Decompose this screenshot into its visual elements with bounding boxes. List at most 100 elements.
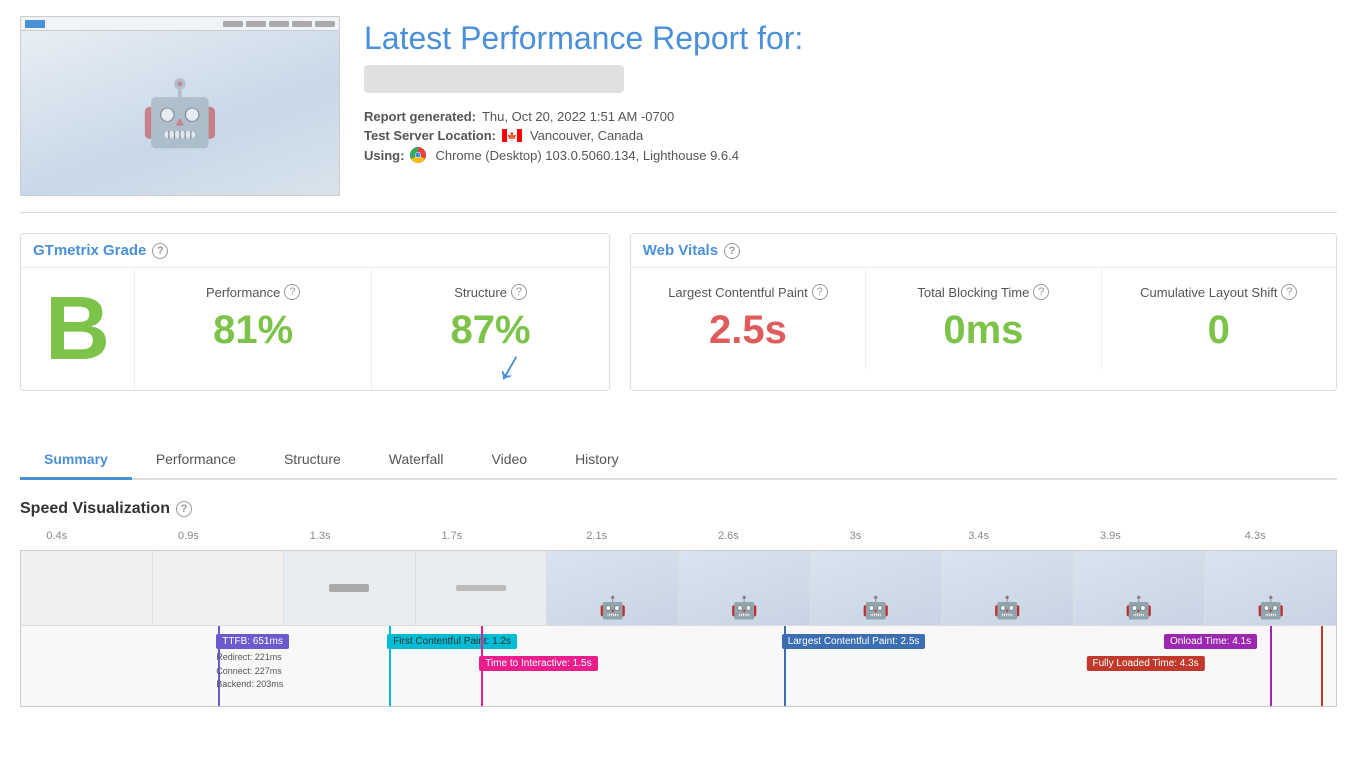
time-label-9: 3.9s: [1100, 530, 1121, 542]
meta-using-label: Using:: [364, 148, 404, 163]
lcp-label: Largest Contentful Paint ?: [651, 284, 845, 300]
meta-server: Test Server Location: 🍁 Vancouver, Canad…: [364, 128, 1337, 143]
arrow-decoration: ↓: [20, 411, 1337, 441]
lcp-box: Largest Contentful Paint ? 2.5s: [631, 268, 866, 369]
grades-section: GTmetrix Grade ? B Performance ? 81%: [20, 233, 1337, 391]
time-label-3: 1.3s: [310, 530, 331, 542]
time-label-6: 2.6s: [718, 530, 739, 542]
tab-history[interactable]: History: [551, 441, 643, 480]
screenshot-robot-5: 🤖: [1074, 551, 1206, 625]
cls-value: 0: [1122, 308, 1316, 353]
meta-server-label: Test Server Location:: [364, 128, 496, 143]
time-label-7: 3s: [850, 530, 862, 542]
onload-line: [1270, 626, 1272, 706]
screenshot-partial: [284, 551, 416, 625]
tab-performance[interactable]: Performance: [132, 441, 260, 480]
meta-server-value: Vancouver, Canada: [530, 128, 643, 143]
fl-label: Fully Loaded Time: 4.3s: [1087, 656, 1205, 671]
lcp-value: 2.5s: [651, 308, 845, 353]
gtmetrix-grade-header: GTmetrix Grade ?: [21, 234, 609, 268]
speed-viz-help[interactable]: ?: [176, 501, 192, 517]
screenshot-blank-2: [153, 551, 285, 625]
tabs: Summary Performance Structure Waterfall …: [20, 441, 1337, 478]
web-vitals-body: Largest Contentful Paint ? 2.5s Total Bl…: [631, 268, 1336, 369]
ttfb-label: TTFB: 651ms: [216, 634, 289, 649]
fl-line: [1321, 626, 1323, 706]
onload-label: Onload Time: 4.1s: [1164, 634, 1257, 649]
meta-generated: Report generated: Thu, Oct 20, 2022 1:51…: [364, 109, 1337, 124]
speed-visualization-section: Speed Visualization ? 0.4s 0.9s 1.3s 1.7…: [20, 500, 1337, 707]
timeline-labels: 0.4s 0.9s 1.3s 1.7s 2.1s 2.6s 3s 3.4s 3.…: [20, 530, 1337, 550]
tab-video[interactable]: Video: [468, 441, 552, 480]
tbt-help[interactable]: ?: [1033, 284, 1049, 300]
timeline-container: 🤖 🤖 🤖 🤖 🤖 🤖 TTFB: 651ms Redirect: 221msC…: [20, 550, 1337, 707]
tbt-box: Total Blocking Time ? 0ms: [866, 268, 1101, 369]
structure-label: Structure ?: [392, 284, 588, 300]
performance-value: 81%: [155, 308, 351, 353]
tbt-value: 0ms: [886, 308, 1080, 353]
tti-label-group: Time to Interactive: 1.5s: [479, 656, 597, 671]
cls-label: Cumulative Layout Shift ?: [1122, 284, 1316, 300]
time-label-8: 3.4s: [968, 530, 989, 542]
tab-structure[interactable]: Structure: [260, 441, 365, 480]
gtmetrix-grade-body: B Performance ? 81% Structure ?: [21, 268, 609, 390]
time-label-10: 4.3s: [1245, 530, 1266, 542]
tbt-label: Total Blocking Time ?: [886, 284, 1080, 300]
header-info: Latest Performance Report for: https://[…: [364, 16, 1337, 167]
grade-metrics: Performance ? 81% Structure ? 87%: [135, 268, 609, 390]
time-label-5: 2.1s: [586, 530, 607, 542]
structure-value: 87%: [392, 308, 588, 353]
lcp-marker-label: Largest Contentful Paint: 2.5s: [782, 634, 926, 649]
web-vitals-header: Web Vitals ?: [631, 234, 1336, 268]
performance-label: Performance ?: [155, 284, 351, 300]
performance-metric: Performance ? 81%: [135, 268, 372, 390]
tti-label: Time to Interactive: 1.5s: [479, 656, 597, 671]
lcp-help[interactable]: ?: [812, 284, 828, 300]
grade-letter-box: B: [21, 268, 135, 390]
grade-letter: B: [45, 284, 110, 374]
time-label-1: 0.4s: [46, 530, 67, 542]
tab-waterfall[interactable]: Waterfall: [365, 441, 468, 480]
svg-text:🍁: 🍁: [507, 131, 517, 141]
structure-metric: Structure ? 87%: [372, 268, 608, 390]
time-label-2: 0.9s: [178, 530, 199, 542]
web-vitals-card: Web Vitals ? Largest Contentful Paint ? …: [630, 233, 1337, 391]
meta-generated-value: Thu, Oct 20, 2022 1:51 AM -0700: [482, 109, 674, 124]
lcp-label-group: Largest Contentful Paint: 2.5s: [782, 634, 926, 649]
gtmetrix-grade-help[interactable]: ?: [152, 243, 168, 259]
canada-flag-icon: 🍁: [502, 129, 522, 142]
gtmetrix-grade-title: GTmetrix Grade: [33, 242, 146, 259]
report-url: https://[redacted]/: [364, 65, 624, 93]
meta-using-value: Chrome (Desktop) 103.0.5060.134, Lightho…: [435, 148, 739, 163]
screenshot-robot-1: 🤖: [547, 551, 679, 625]
screenshot-robot-4: 🤖: [942, 551, 1074, 625]
header-section: 🤖 Latest Performance Report for: https:/…: [20, 16, 1337, 213]
time-label-4: 1.7s: [441, 530, 462, 542]
screenshot-blank-1: [21, 551, 153, 625]
web-vitals-title: Web Vitals: [643, 242, 718, 259]
onload-label-group: Onload Time: 4.1s: [1164, 634, 1257, 649]
cls-help[interactable]: ?: [1281, 284, 1297, 300]
report-title: Latest Performance Report for:: [364, 20, 1337, 57]
fl-label-group: Fully Loaded Time: 4.3s: [1087, 656, 1205, 671]
screenshot-robot-2: 🤖: [679, 551, 811, 625]
ttfb-sub: Redirect: 221msConnect: 227msBackend: 20…: [216, 651, 289, 692]
screenshot-robot-6: 🤖: [1205, 551, 1336, 625]
cls-box: Cumulative Layout Shift ? 0: [1102, 268, 1336, 369]
tab-summary[interactable]: Summary: [20, 441, 132, 480]
meta-using: Using: Chrome (Desktop) 103.0.5060.134, …: [364, 147, 1337, 163]
tabs-container: Summary Performance Structure Waterfall …: [20, 441, 1337, 480]
meta-generated-label: Report generated:: [364, 109, 476, 124]
screenshots-row: 🤖 🤖 🤖 🤖 🤖 🤖: [21, 551, 1336, 626]
structure-help[interactable]: ?: [511, 284, 527, 300]
web-vitals-help[interactable]: ?: [724, 243, 740, 259]
ttfb-label-group: TTFB: 651ms Redirect: 221msConnect: 227m…: [216, 634, 289, 692]
screenshot-loading-1: [416, 551, 548, 625]
screenshot-robot-3: 🤖: [811, 551, 943, 625]
chrome-icon: [410, 147, 426, 163]
markers-row: TTFB: 651ms Redirect: 221msConnect: 227m…: [21, 626, 1336, 706]
fcp-label: First Contentful Paint: 1.2s: [387, 634, 517, 649]
speed-viz-title: Speed Visualization ?: [20, 500, 1337, 518]
site-thumbnail: 🤖: [20, 16, 340, 196]
performance-help[interactable]: ?: [284, 284, 300, 300]
